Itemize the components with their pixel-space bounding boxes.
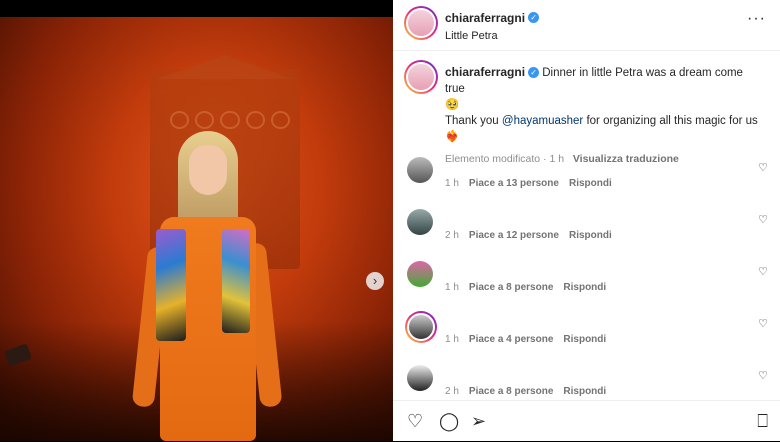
more-horizontal-icon[interactable]: ··· — [747, 10, 766, 28]
comment-time[interactable]: 1 h — [445, 282, 459, 293]
caption-emoji-2: ❤️‍🔥 — [445, 131, 460, 143]
post-photo: › — [0, 17, 393, 441]
comment-row: 2 h Piace a 12 persone Rispondi ♡ — [393, 209, 780, 257]
comment-time[interactable]: 1 h — [445, 334, 459, 345]
comment-avatar[interactable] — [407, 209, 433, 235]
face — [189, 145, 227, 195]
heart-icon[interactable]: ♡ — [758, 317, 768, 330]
action-bar: ♡ ◯ ➢ ⎕ — [393, 400, 780, 442]
comment-meta: 2 h Piace a 12 persone Rispondi — [445, 230, 622, 241]
post-caption: chiaraferragni ✓ Dinner in little Petra w… — [445, 64, 763, 167]
bookmark-icon[interactable]: ⎕ — [757, 411, 768, 432]
heart-icon[interactable]: ♡ — [758, 161, 768, 174]
woman-figure — [0, 17, 393, 441]
comment-reply-button[interactable]: Rispondi — [569, 230, 612, 241]
comment-reply-button[interactable]: Rispondi — [563, 282, 606, 293]
heart-icon[interactable]: ♡ — [758, 265, 768, 278]
caption-emoji-1: 🥹 — [445, 99, 460, 111]
comment-avatar[interactable] — [405, 311, 437, 343]
comment-meta: 1 h Piace a 4 persone Rispondi — [445, 334, 616, 345]
comment-reply-button[interactable]: Rispondi — [563, 386, 606, 397]
vest-right — [222, 229, 250, 333]
comment-row: 1 h Piace a 13 persone Rispondi ♡ — [393, 157, 780, 205]
author-username[interactable]: chiaraferragni — [445, 11, 525, 25]
comment-likes[interactable]: Piace a 12 persone — [469, 230, 559, 241]
comment-likes[interactable]: Piace a 8 persone — [469, 282, 554, 293]
post-header: chiaraferragni ✓ Little Petra ··· — [393, 0, 780, 51]
comment-row: 1 h Piace a 4 persone Rispondi ♡ — [393, 311, 780, 361]
comment-time[interactable]: 2 h — [445, 230, 459, 241]
post-side-panel: chiaraferragni ✓ Little Petra ··· chiaraf… — [393, 0, 780, 441]
vest-left — [156, 229, 186, 341]
comment-reply-button[interactable]: Rispondi — [563, 334, 606, 345]
caption-text-2-prefix: Thank you — [445, 115, 499, 127]
verified-badge-icon: ✓ — [528, 67, 540, 79]
comment-meta: 2 h Piace a 8 persone Rispondi — [445, 386, 616, 397]
heart-icon[interactable]: ♡ — [758, 213, 768, 226]
author-info: chiaraferragni ✓ Little Petra — [445, 9, 540, 42]
comment-likes[interactable]: Piace a 8 persone — [469, 386, 554, 397]
post-location[interactable]: Little Petra — [445, 30, 539, 42]
comment-time[interactable]: 2 h — [445, 386, 459, 397]
instagram-post-view: › chiaraferragni ✓ Little Petra ··· chiar… — [0, 0, 780, 441]
caption-avatar[interactable] — [404, 60, 438, 94]
comment-avatar[interactable] — [407, 157, 433, 183]
share-icon[interactable]: ➢ — [471, 411, 486, 432]
comment-time[interactable]: 1 h — [445, 178, 459, 189]
caption-username[interactable]: chiaraferragni — [445, 65, 525, 79]
comment-reply-button[interactable]: Rispondi — [569, 178, 612, 189]
comment-likes[interactable]: Piace a 13 persone — [469, 178, 559, 189]
comment-meta: 1 h Piace a 13 persone Rispondi — [445, 178, 622, 189]
comment-avatar[interactable] — [407, 365, 433, 391]
comment-icon[interactable]: ◯ — [439, 411, 459, 432]
heart-icon[interactable]: ♡ — [758, 369, 768, 382]
comment-meta: 1 h Piace a 8 persone Rispondi — [445, 282, 616, 293]
verified-badge-icon: ✓ — [528, 12, 540, 24]
caption-text-2-suffix: for organizing all this magic for us — [586, 115, 758, 127]
chevron-right-icon[interactable]: › — [366, 272, 384, 290]
heart-icon[interactable]: ♡ — [407, 411, 423, 432]
author-avatar[interactable] — [404, 6, 438, 40]
comment-likes[interactable]: Piace a 4 persone — [469, 334, 554, 345]
caption-mention[interactable]: @hayamuasher — [502, 115, 583, 127]
comment-avatar[interactable] — [407, 261, 433, 287]
comment-row: 1 h Piace a 8 persone Rispondi ♡ — [393, 261, 780, 309]
